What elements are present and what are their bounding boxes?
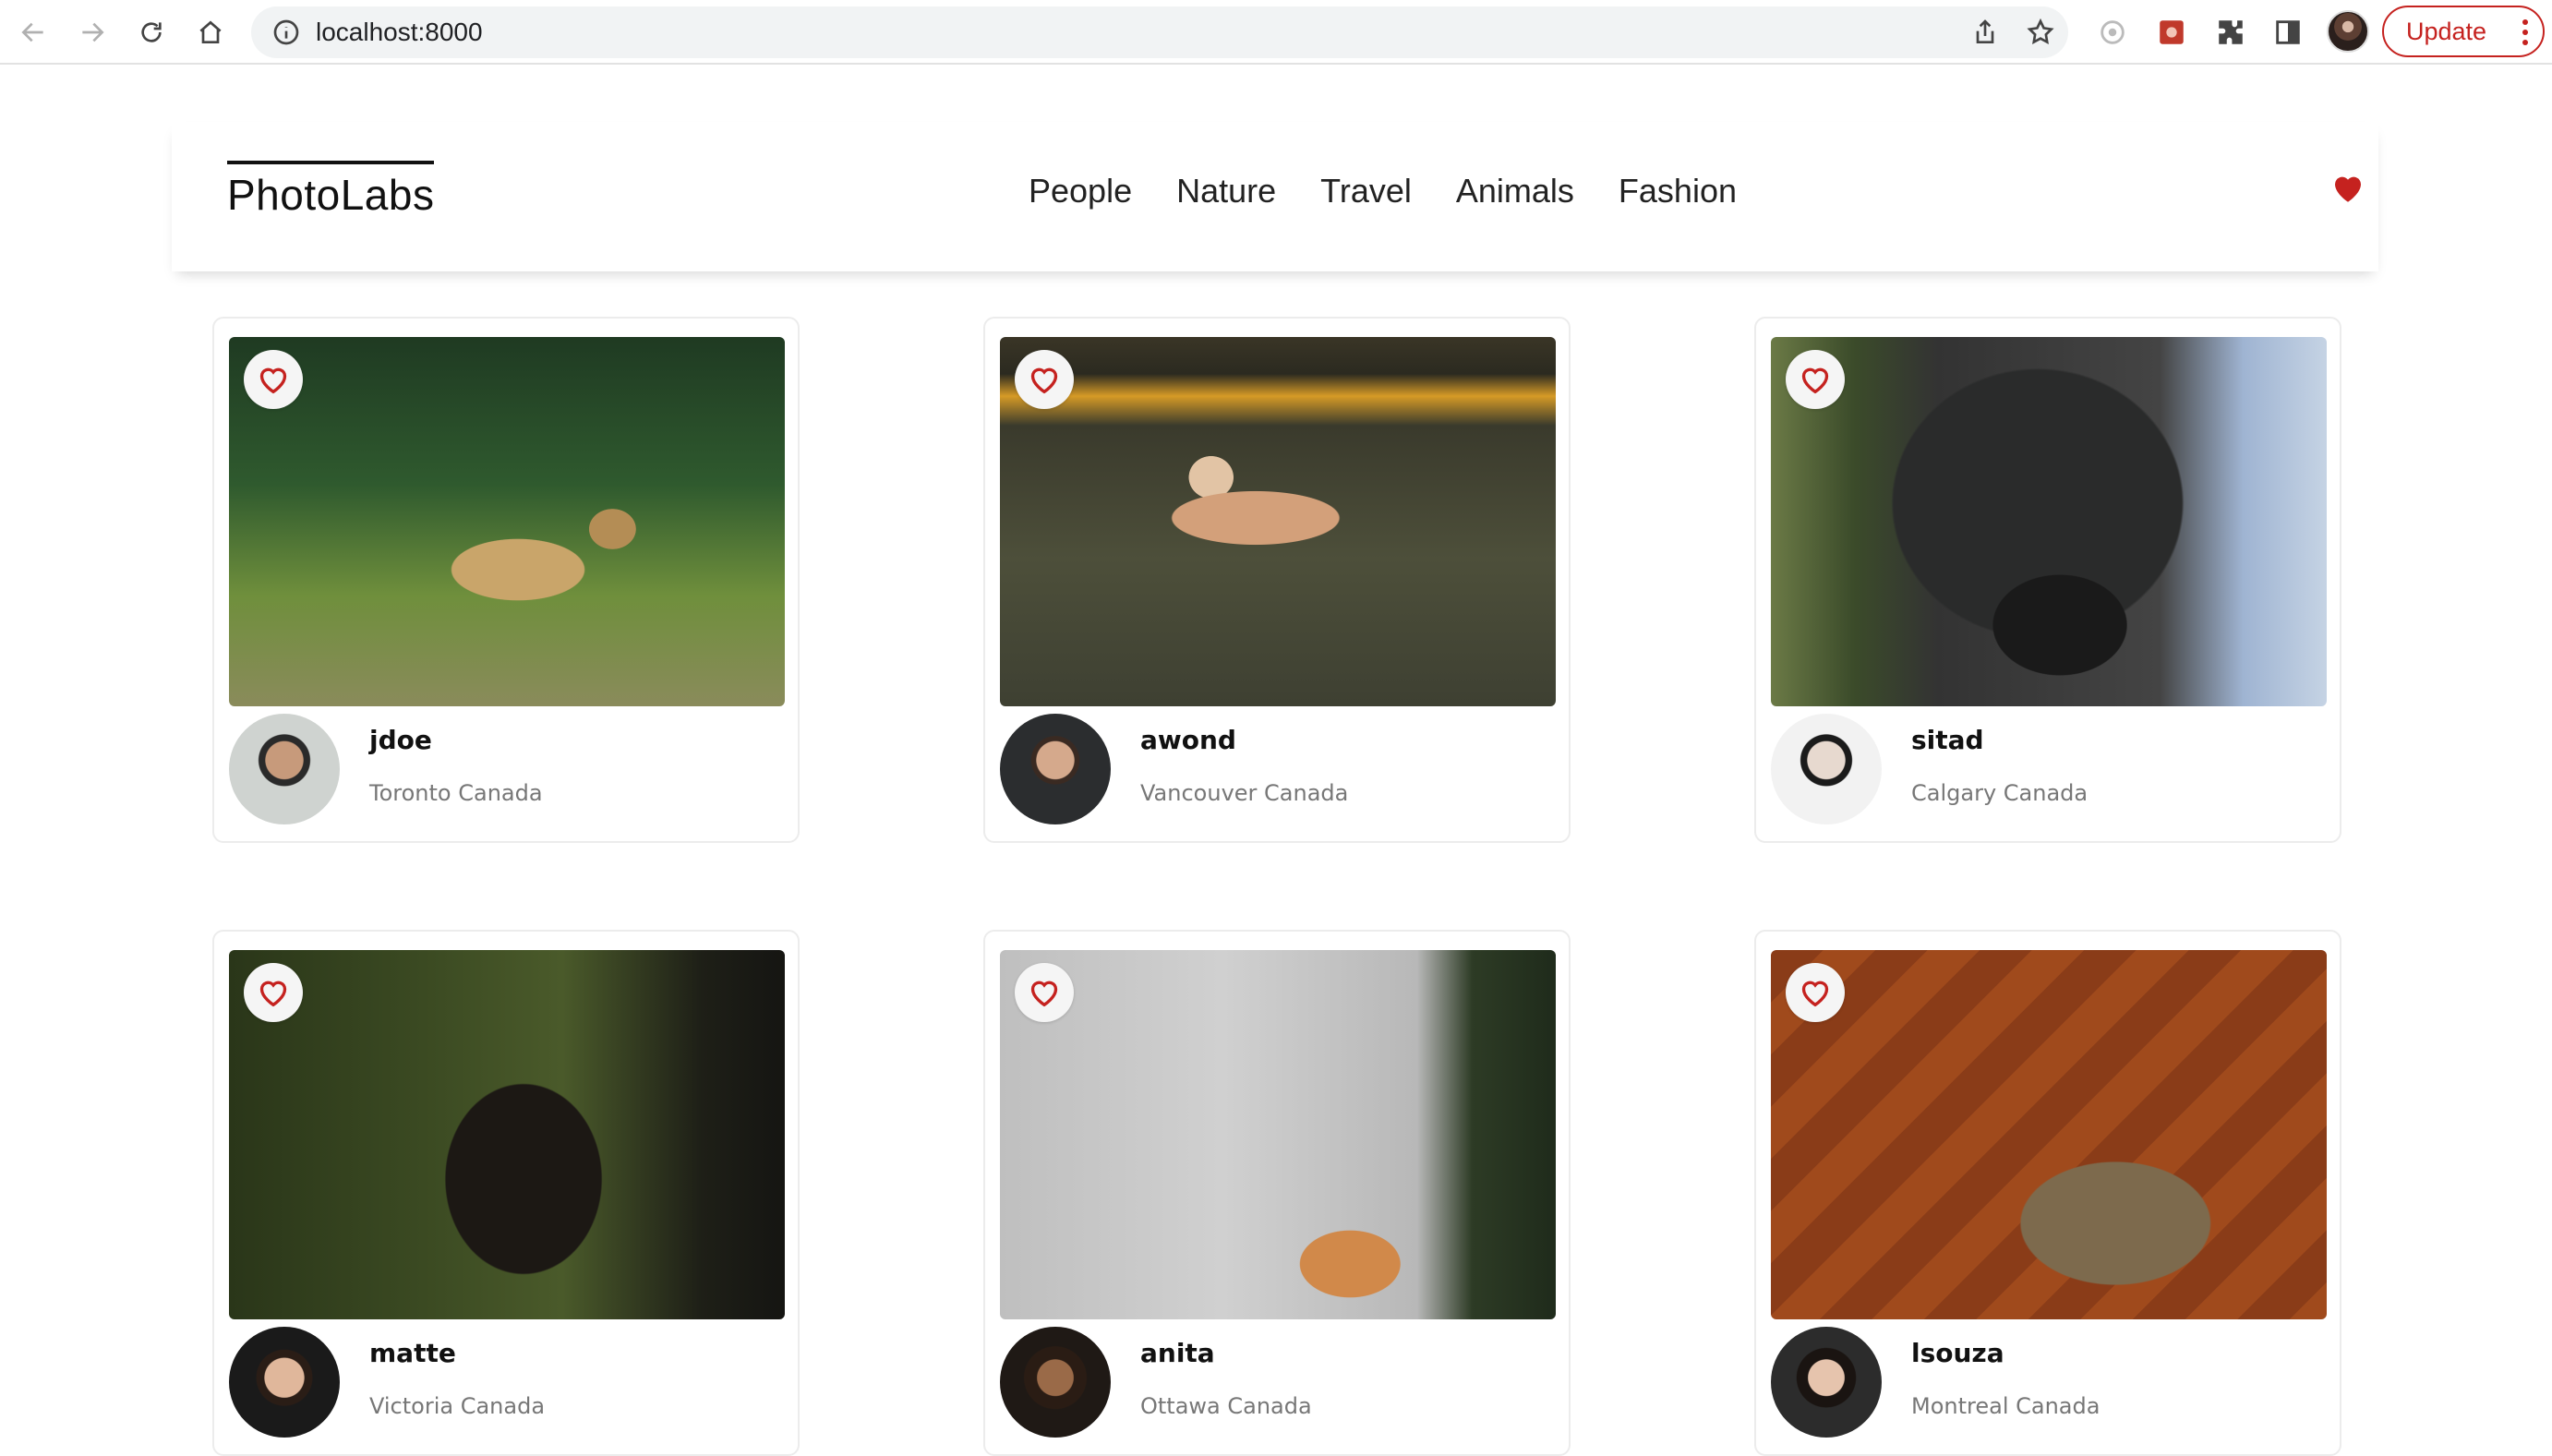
username: jdoe xyxy=(369,725,432,755)
star-icon[interactable] xyxy=(2026,18,2055,47)
photo-image[interactable] xyxy=(1000,950,1556,1319)
photo-card[interactable]: sitad Calgary Canada xyxy=(1754,317,2341,843)
user-avatar xyxy=(1771,714,1882,824)
heart-outline-icon xyxy=(1801,367,1829,394)
username: sitad xyxy=(1911,725,1984,755)
topic-people[interactable]: People xyxy=(1029,172,1132,211)
username: matte xyxy=(369,1338,456,1368)
info-icon[interactable] xyxy=(271,18,301,47)
more-icon xyxy=(2522,19,2528,45)
user-location: Vancouver Canada xyxy=(1140,780,1349,806)
photo-image[interactable] xyxy=(229,337,785,706)
home-icon xyxy=(199,20,222,43)
arrow-left-icon xyxy=(21,22,43,42)
photo-card[interactable]: jdoe Toronto Canada xyxy=(212,317,800,843)
photo-card[interactable]: anita Ottawa Canada xyxy=(983,930,1571,1456)
topic-animals[interactable]: Animals xyxy=(1456,172,1574,211)
photo-image[interactable] xyxy=(229,950,785,1319)
update-label: Update xyxy=(2406,17,2487,45)
user-avatar xyxy=(1000,1327,1111,1438)
heart-outline-icon xyxy=(1801,981,1829,1007)
update-button[interactable]: Update xyxy=(2382,6,2545,57)
photo-image[interactable] xyxy=(1771,337,2327,706)
forward-button[interactable] xyxy=(72,12,113,53)
photo-card[interactable]: lsouza Montreal Canada xyxy=(1754,930,2341,1456)
photo-image[interactable] xyxy=(1771,950,2327,1319)
user-avatar xyxy=(229,1327,340,1438)
user-location: Toronto Canada xyxy=(369,780,543,806)
favorites-heart-icon[interactable] xyxy=(2329,168,2367,207)
topic-list: People Nature Travel Animals Fashion xyxy=(1029,172,1781,211)
reload-button[interactable] xyxy=(131,12,172,53)
browser-toolbar: localhost:8000 Update xyxy=(0,0,2552,65)
home-button[interactable] xyxy=(190,12,231,53)
photo-card[interactable]: awond Vancouver Canada xyxy=(983,317,1571,843)
user-location: Montreal Canada xyxy=(1911,1393,2101,1419)
heart-outline-icon xyxy=(259,981,287,1007)
favorite-button[interactable] xyxy=(1015,350,1074,409)
user-location: Victoria Canada xyxy=(369,1393,546,1419)
reload-icon xyxy=(141,22,162,42)
back-button[interactable] xyxy=(13,12,54,53)
url-text[interactable]: localhost:8000 xyxy=(316,6,483,58)
share-icon[interactable] xyxy=(1970,18,2000,47)
user-location: Calgary Canada xyxy=(1911,780,2089,806)
user-avatar xyxy=(1771,1327,1882,1438)
username: awond xyxy=(1140,725,1236,755)
photo-image[interactable] xyxy=(1000,337,1556,706)
heart-outline-icon xyxy=(1030,367,1058,394)
username: lsouza xyxy=(1911,1338,2004,1368)
favorite-button[interactable] xyxy=(1786,350,1845,409)
profile-avatar[interactable] xyxy=(2327,10,2369,53)
extension-red-icon[interactable] xyxy=(2151,12,2192,53)
address-bar[interactable]: localhost:8000 xyxy=(251,6,2068,58)
favorite-button[interactable] xyxy=(1015,963,1074,1022)
topic-fashion[interactable]: Fashion xyxy=(1619,172,1737,211)
side-panel-icon[interactable] xyxy=(2268,12,2308,53)
favorite-button[interactable] xyxy=(244,963,303,1022)
puzzle-icon[interactable] xyxy=(2210,12,2251,53)
user-avatar xyxy=(229,714,340,824)
favorite-button[interactable] xyxy=(1786,963,1845,1022)
topic-nature[interactable]: Nature xyxy=(1176,172,1276,211)
user-location: Ottawa Canada xyxy=(1140,1393,1312,1419)
arrow-right-icon xyxy=(82,22,104,42)
heart-outline-icon xyxy=(1030,981,1058,1007)
app-logo[interactable]: PhotoLabs xyxy=(227,161,435,220)
topic-travel[interactable]: Travel xyxy=(1320,172,1412,211)
favorite-button[interactable] xyxy=(244,350,303,409)
photo-card[interactable]: matte Victoria Canada xyxy=(212,930,800,1456)
heart-outline-icon xyxy=(259,367,287,394)
extension-camera-icon[interactable] xyxy=(2092,12,2133,53)
user-avatar xyxy=(1000,714,1111,824)
top-navigation-bar: PhotoLabs People Nature Travel Animals F… xyxy=(172,122,2378,271)
username: anita xyxy=(1140,1338,1215,1368)
